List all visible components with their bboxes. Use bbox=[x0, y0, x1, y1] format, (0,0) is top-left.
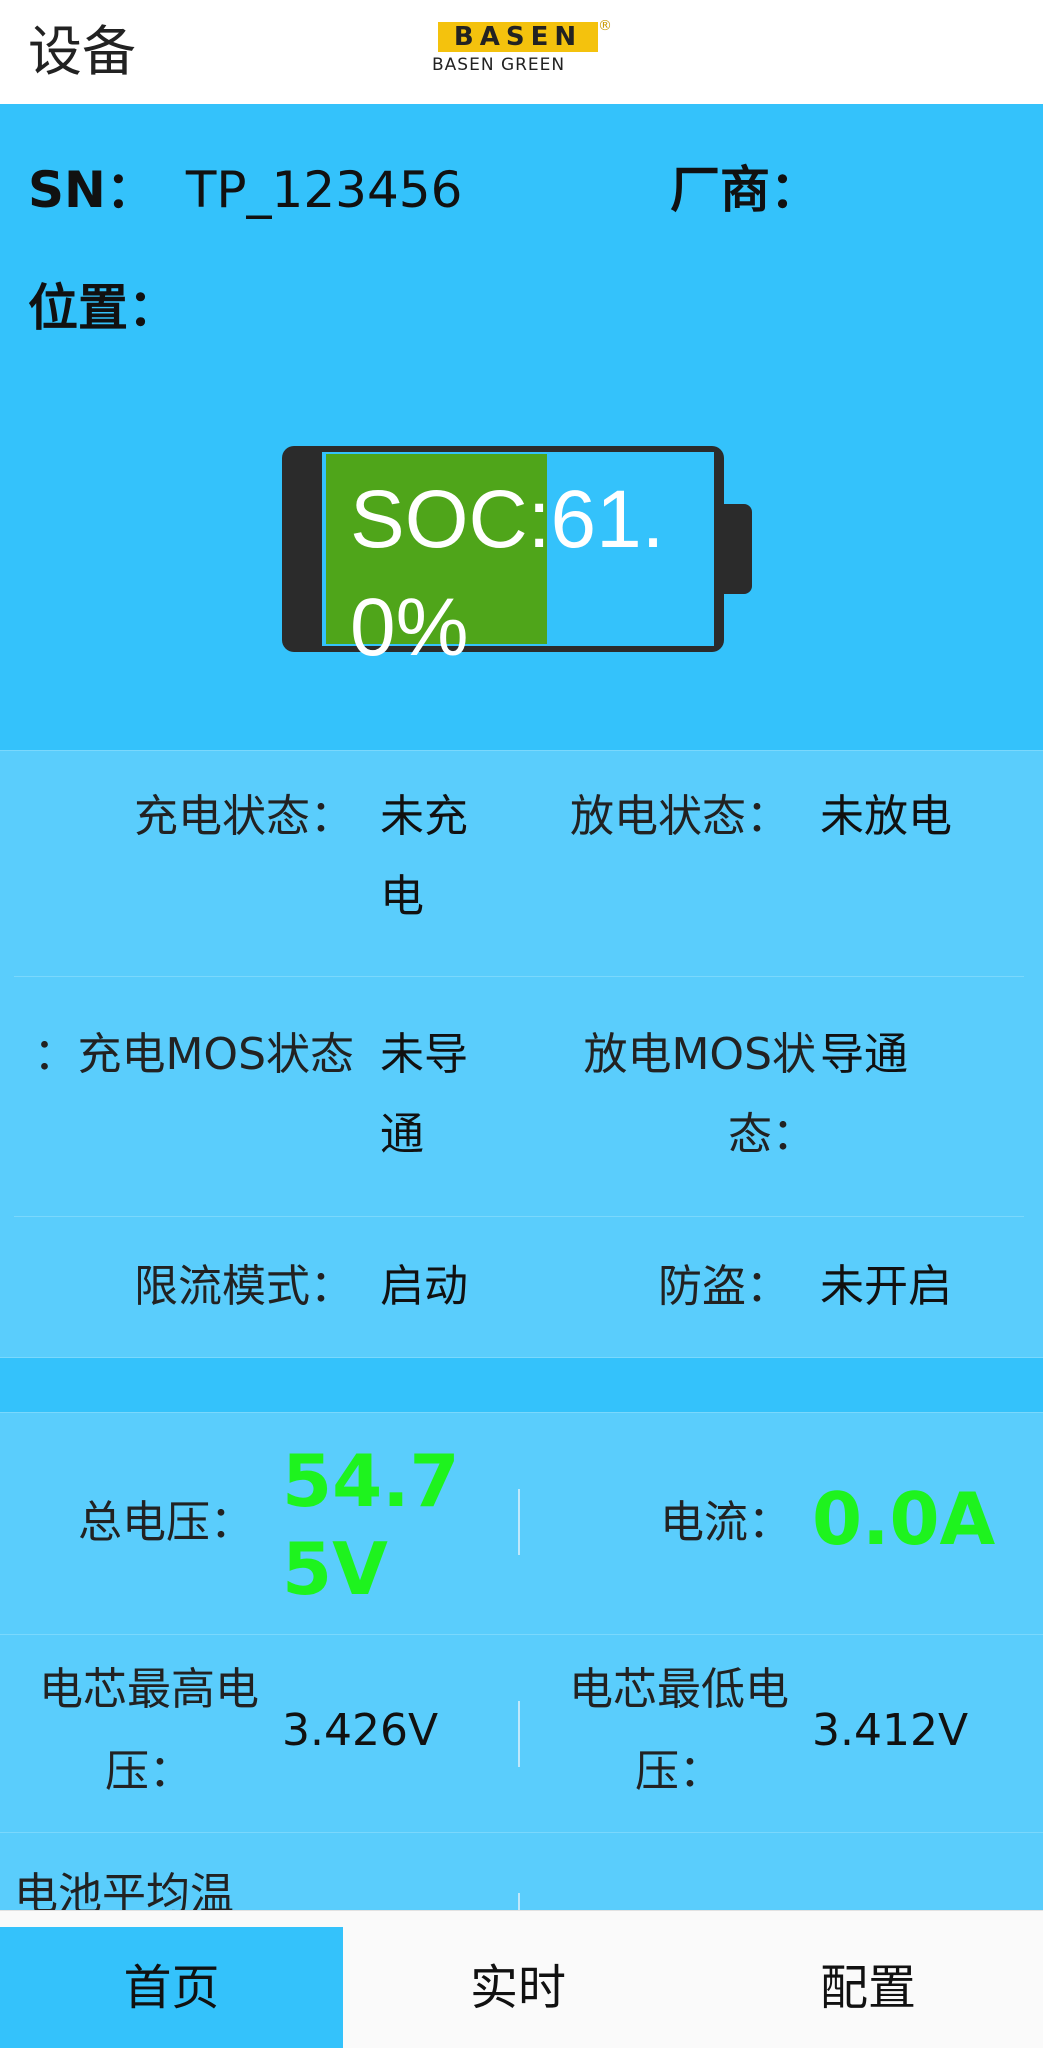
current-label: 电流： bbox=[660, 1497, 792, 1548]
sn-label: SN： bbox=[28, 161, 156, 219]
total-voltage-label: 总电压： bbox=[78, 1497, 254, 1548]
battery-terminal bbox=[724, 504, 752, 594]
sn-value: TP_123456 bbox=[185, 161, 463, 219]
status-row: 充电状态： 未充电 放电状态： 未放电 bbox=[14, 751, 1024, 977]
page-title: 设备 bbox=[28, 20, 136, 83]
cell-max-voltage-label: 电芯最高电压： bbox=[39, 1664, 259, 1797]
cell-min-voltage-label: 电芯最低电压： bbox=[569, 1664, 789, 1797]
status-row: 充电MOS状态： 未导通 放电MOS状态： 导通 bbox=[14, 977, 1024, 1217]
current-limit-value: 启动 bbox=[380, 1261, 468, 1312]
charge-mos-value: 未导通 bbox=[380, 1029, 468, 1160]
sn-row: SN： TP_123456 bbox=[28, 158, 462, 222]
logo-subtitle: BASEN GREEN bbox=[432, 55, 566, 75]
current-value: 0.0A bbox=[812, 1477, 996, 1561]
basen-logo: BASEN ® BASEN GREEN bbox=[428, 18, 628, 80]
avg-temp-label: 电池平均温 bbox=[14, 1869, 234, 1913]
anti-theft-label: 防盗： bbox=[658, 1261, 790, 1312]
cell-max-voltage-value: 3.426V bbox=[282, 1705, 439, 1756]
location-row: 位置： bbox=[28, 276, 178, 340]
logo-wordmark: BASEN bbox=[438, 22, 598, 52]
column-divider bbox=[518, 1489, 520, 1555]
discharge-mos-value: 导通 bbox=[820, 1029, 908, 1080]
soc-text: SOC:61.0% bbox=[350, 474, 665, 673]
anti-theft-value: 未开启 bbox=[820, 1261, 952, 1312]
tab-realtime[interactable]: 实时 bbox=[343, 1927, 693, 2048]
cell-min-voltage-value: 3.412V bbox=[812, 1705, 969, 1756]
charge-state-value: 未充电 bbox=[380, 791, 468, 922]
total-voltage-value: 54.75V bbox=[282, 1439, 460, 1611]
measurement-panel: 总电压： 54.75V 电流： 0.0A 电芯最高电压： 3.426V 电芯最低… bbox=[0, 1412, 1043, 1913]
location-label: 位置： bbox=[28, 279, 178, 337]
vendor-label: 厂商： bbox=[670, 161, 820, 219]
registered-mark: ® bbox=[598, 18, 612, 34]
discharge-mos-label: 放电MOS状态： bbox=[583, 1029, 816, 1160]
battery-soc-indicator: SOC:61.0% bbox=[282, 446, 752, 673]
discharge-state-value: 未放电 bbox=[820, 791, 952, 842]
status-row: 限流模式： 启动 防盗： 未开启 bbox=[14, 1217, 1024, 1357]
charge-mos-label: 充电MOS状态： bbox=[33, 1029, 354, 1080]
measurement-row: 电芯最高电压： 3.426V 电芯最低电压： 3.412V bbox=[0, 1635, 1043, 1833]
app-header: 设备 BASEN ® BASEN GREEN bbox=[0, 0, 1043, 104]
tab-home[interactable]: 首页 bbox=[0, 1927, 343, 2048]
measurement-row: 电池平均温 bbox=[0, 1833, 1043, 1913]
bottom-tab-bar: 首页 实时 配置 bbox=[0, 1910, 1043, 2048]
current-limit-label: 限流模式： bbox=[134, 1261, 354, 1312]
discharge-state-label: 放电状态： bbox=[570, 791, 790, 842]
tab-config[interactable]: 配置 bbox=[693, 1927, 1043, 2048]
charge-state-label: 充电状态： bbox=[134, 791, 354, 842]
vendor-row: 厂商： bbox=[670, 158, 820, 222]
measurement-row: 总电压： 54.75V 电流： 0.0A bbox=[0, 1413, 1043, 1635]
column-divider bbox=[518, 1701, 520, 1767]
status-panel: 充电状态： 未充电 放电状态： 未放电 充电MOS状态： 未导通 放电MOS状态… bbox=[0, 750, 1043, 1358]
